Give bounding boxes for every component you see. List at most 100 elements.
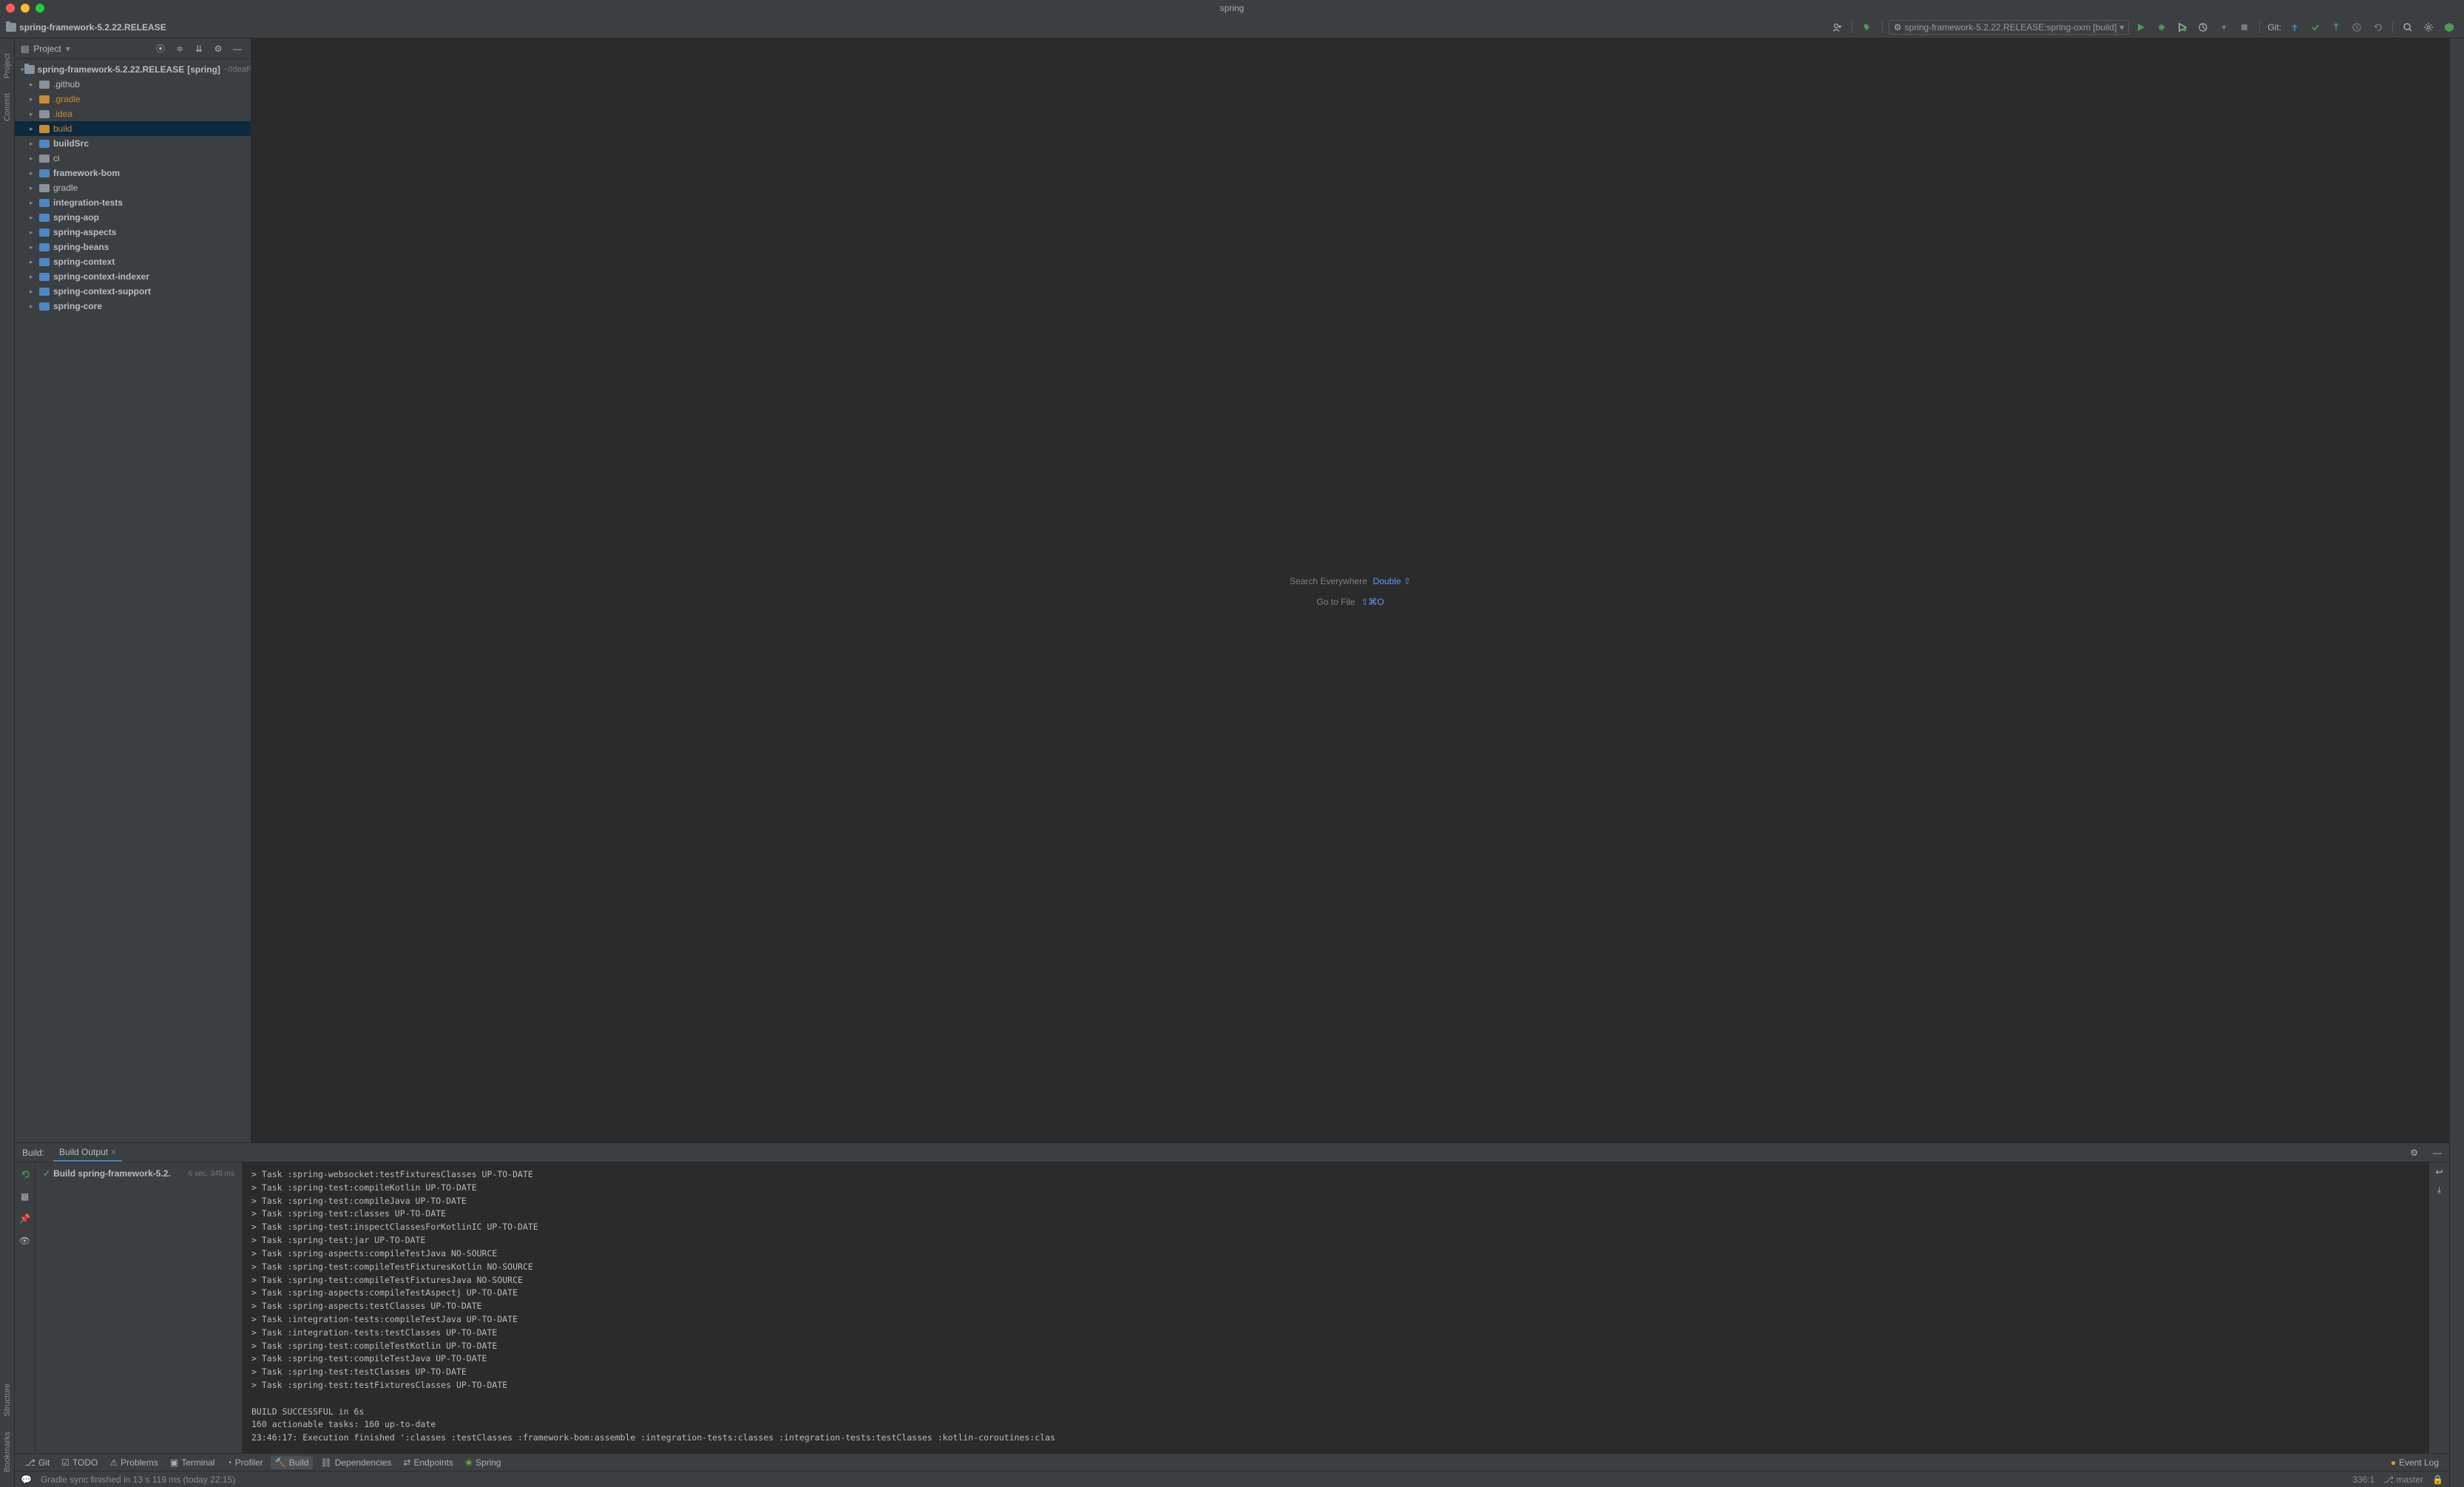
assist-button[interactable] xyxy=(2440,18,2458,36)
chevron-right-icon[interactable]: ▸ xyxy=(30,243,38,251)
tree-item[interactable]: ▸spring-beans xyxy=(15,240,251,254)
git-history-button[interactable] xyxy=(2348,18,2366,36)
maximize-button[interactable] xyxy=(35,4,44,13)
chevron-right-icon[interactable]: ▸ xyxy=(30,184,38,192)
titlebar: spring xyxy=(0,0,2464,16)
git-revert-button[interactable] xyxy=(2369,18,2386,36)
build-hide-icon[interactable]: — xyxy=(2433,1148,2442,1158)
tab-endpoints[interactable]: ⇄Endpoints xyxy=(399,1456,457,1469)
chevron-right-icon[interactable]: ▸ xyxy=(30,214,38,222)
lock-icon[interactable]: 🔒 xyxy=(2432,1474,2443,1485)
tab-terminal[interactable]: ▣Terminal xyxy=(166,1456,220,1469)
chevron-right-icon[interactable]: ▸ xyxy=(30,258,38,266)
tab-profiler[interactable]: ◔Profiler xyxy=(223,1456,268,1469)
tree-item[interactable]: ▸gradle xyxy=(15,180,251,195)
tree-item[interactable]: ▸.github xyxy=(15,77,251,92)
git-update-button[interactable] xyxy=(2286,18,2304,36)
chevron-right-icon[interactable]: ▸ xyxy=(30,228,38,237)
chevron-right-icon[interactable]: ▸ xyxy=(30,140,38,148)
tree-item[interactable]: ▸spring-context-support xyxy=(15,284,251,299)
tab-git[interactable]: ⎇Git xyxy=(21,1456,54,1469)
git-commit-button[interactable] xyxy=(2306,18,2324,36)
select-opened-file-icon[interactable]: ⦿ xyxy=(153,41,168,56)
chevron-right-icon[interactable]: ▸ xyxy=(30,288,38,296)
profile-button[interactable] xyxy=(2194,18,2212,36)
tree-item[interactable]: ▸build xyxy=(15,121,251,136)
build-task-tree[interactable]: ✓ Build spring-framework-5.2. 6 sec, 345… xyxy=(35,1162,243,1453)
hide-panel-icon[interactable]: — xyxy=(230,41,245,56)
cursor-position[interactable]: 336:1 xyxy=(2352,1474,2375,1485)
build-hammer-button[interactable] xyxy=(1858,18,1876,36)
tree-item[interactable]: ▸integration-tests xyxy=(15,195,251,210)
debug-button[interactable] xyxy=(2153,18,2170,36)
git-push-button[interactable] xyxy=(2327,18,2345,36)
status-bar: 💬 Gradle sync finished in 13 s 119 ms (t… xyxy=(15,1471,2449,1487)
git-branch[interactable]: ⎇ master xyxy=(2383,1474,2423,1485)
panel-settings-icon[interactable]: ⚙ xyxy=(211,41,226,56)
build-output-tab[interactable]: Build Output× xyxy=(53,1144,122,1162)
chevron-right-icon[interactable]: ▸ xyxy=(30,199,38,207)
collapse-all-icon[interactable]: ⇊ xyxy=(192,41,206,56)
coverage-button[interactable] xyxy=(2173,18,2191,36)
tab-problems[interactable]: ⚠Problems xyxy=(105,1456,162,1469)
tree-root[interactable]: ▾ spring-framework-5.2.22.RELEASE [sprin… xyxy=(15,62,251,77)
chevron-right-icon[interactable]: ▸ xyxy=(30,302,38,311)
success-check-icon: ✓ xyxy=(43,1168,50,1179)
filter-icon[interactable]: ▦ xyxy=(18,1189,33,1204)
tree-item[interactable]: ▸framework-bom xyxy=(15,166,251,180)
chevron-right-icon[interactable]: ▸ xyxy=(30,169,38,177)
branch-icon: ⎇ xyxy=(25,1457,35,1468)
run-button[interactable] xyxy=(2132,18,2150,36)
tab-todo[interactable]: ☑TODO xyxy=(57,1456,102,1469)
tree-item[interactable]: ▸buildSrc xyxy=(15,136,251,151)
tab-build[interactable]: 🔨Build xyxy=(271,1456,314,1469)
git-label: Git: xyxy=(2267,22,2281,33)
chevron-right-icon[interactable]: ▸ xyxy=(30,95,38,104)
tree-item-label: spring-context xyxy=(53,257,115,267)
tree-item[interactable]: ▸.gradle xyxy=(15,92,251,106)
tab-dependencies[interactable]: ⛓Dependencies xyxy=(316,1456,396,1469)
project-icon xyxy=(6,23,16,32)
tree-item[interactable]: ▸ci xyxy=(15,151,251,166)
project-view-dropdown[interactable]: ▾ xyxy=(66,44,70,54)
rerun-icon[interactable] xyxy=(18,1167,33,1182)
project-panel-title[interactable]: Project xyxy=(33,44,61,54)
search-button[interactable] xyxy=(2399,18,2417,36)
run-configuration-selector[interactable]: ⚙ spring-framework-5.2.22.RELEASE:spring… xyxy=(1889,20,2130,35)
close-button[interactable] xyxy=(6,4,15,13)
gutter-structure[interactable]: Structure xyxy=(3,1383,12,1417)
chevron-right-icon[interactable]: ▸ xyxy=(30,155,38,163)
tree-item[interactable]: ▸spring-aspects xyxy=(15,225,251,240)
build-task-row[interactable]: ✓ Build spring-framework-5.2. 6 sec, 345… xyxy=(41,1167,236,1180)
chevron-right-icon[interactable]: ▸ xyxy=(30,125,38,133)
minimize-button[interactable] xyxy=(21,4,30,13)
tree-item[interactable]: ▸.idea xyxy=(15,106,251,121)
gutter-project[interactable]: Project xyxy=(3,53,12,78)
eye-icon[interactable]: 👁 xyxy=(18,1233,33,1248)
attach-dropdown[interactable]: ▾ xyxy=(2215,18,2233,36)
breadcrumb[interactable]: spring-framework-5.2.22.RELEASE xyxy=(6,22,1828,33)
chevron-right-icon[interactable]: ▸ xyxy=(30,81,38,89)
stop-button[interactable] xyxy=(2235,18,2253,36)
status-notifications-icon[interactable]: 💬 xyxy=(21,1474,32,1485)
build-output-console[interactable]: > Task :spring-websocket:testFixturesCla… xyxy=(243,1162,2429,1453)
tree-item[interactable]: ▸spring-context-indexer xyxy=(15,269,251,284)
scroll-end-icon[interactable]: ⤓ xyxy=(2437,1185,2441,1196)
chevron-right-icon[interactable]: ▸ xyxy=(30,273,38,281)
settings-button[interactable] xyxy=(2420,18,2437,36)
add-user-button[interactable] xyxy=(1828,18,1846,36)
tab-spring[interactable]: ❀Spring xyxy=(461,1456,506,1469)
gutter-commit[interactable]: Commit xyxy=(3,93,12,121)
tree-item[interactable]: ▸spring-aop xyxy=(15,210,251,225)
chevron-right-icon[interactable]: ▸ xyxy=(30,110,38,118)
project-tree[interactable]: ▾ spring-framework-5.2.22.RELEASE [sprin… xyxy=(15,59,251,1142)
wrap-icon[interactable]: ↩ xyxy=(2435,1167,2443,1177)
tree-item[interactable]: ▸spring-core xyxy=(15,299,251,314)
pin-icon[interactable]: 📌 xyxy=(18,1211,33,1226)
close-tab-icon[interactable]: × xyxy=(111,1147,116,1157)
tab-event-log[interactable]: ●Event Log xyxy=(2386,1456,2443,1469)
tree-item[interactable]: ▸ spring-context xyxy=(15,254,251,269)
gutter-bookmarks[interactable]: Bookmarks xyxy=(3,1432,12,1472)
build-settings-icon[interactable]: ⚙ xyxy=(2410,1148,2418,1158)
expand-all-icon[interactable]: ≑ xyxy=(172,41,187,56)
